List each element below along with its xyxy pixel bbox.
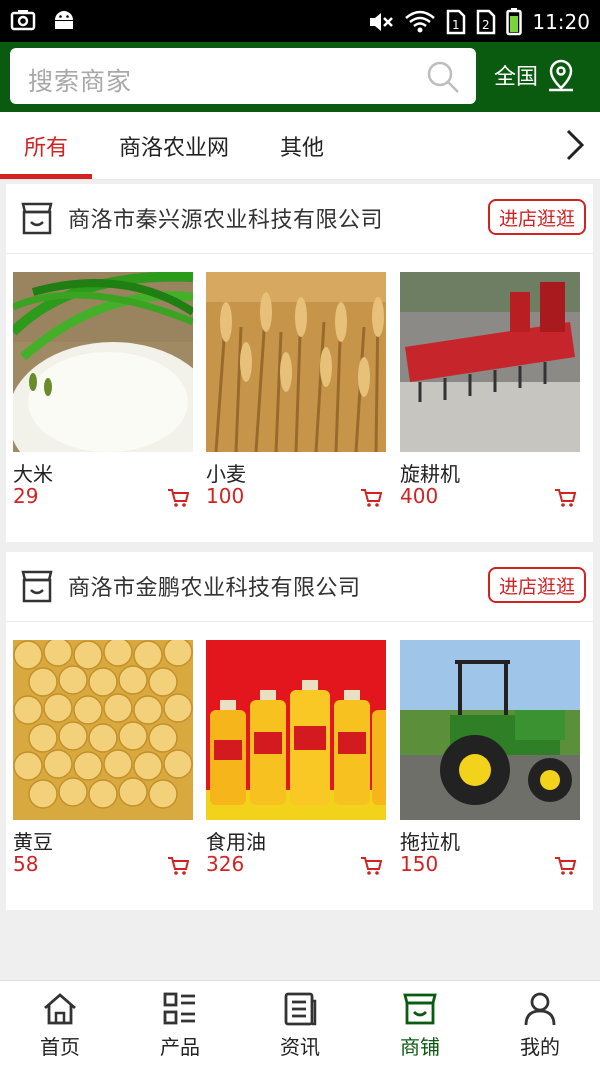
product-image-rotary-tiller <box>400 272 580 452</box>
region-selector[interactable]: 全国 <box>494 58 576 92</box>
region-label: 全国 <box>494 65 539 90</box>
tab-other[interactable]: 其他 <box>266 112 338 180</box>
search-input[interactable]: 搜索商家 <box>10 48 476 104</box>
tab-shangluo-agriculture[interactable]: 商洛农业网 <box>104 112 244 180</box>
tab-label: 其他 <box>279 136 324 161</box>
product-list-icon <box>163 992 195 1025</box>
news-icon <box>284 992 317 1026</box>
cart-icon[interactable] <box>167 856 189 876</box>
product-name: 拖拉机 <box>400 830 460 854</box>
battery-icon <box>506 8 523 36</box>
nav-stores[interactable]: 商铺 <box>360 981 480 1067</box>
cart-icon[interactable] <box>554 856 576 876</box>
status-time: 11:20 <box>532 10 590 34</box>
store-name: 商洛市金鹏农业科技有限公司 <box>68 576 361 601</box>
product-item[interactable]: 大米 29 <box>13 272 193 512</box>
category-tabs: 所有 商洛农业网 其他 <box>0 112 600 180</box>
cart-icon[interactable] <box>554 488 576 508</box>
tab-label: 商洛农业网 <box>118 136 229 161</box>
nav-products[interactable]: 产品 <box>120 981 240 1067</box>
home-icon <box>44 993 76 1025</box>
nav-label: 我的 <box>520 1035 560 1059</box>
screenshot-icon <box>10 10 36 31</box>
product-name: 小麦 <box>206 462 246 486</box>
product-price: 58 <box>13 852 39 876</box>
nav-home[interactable]: 首页 <box>0 981 120 1067</box>
product-price: 29 <box>13 484 39 508</box>
active-tab-indicator <box>0 174 92 179</box>
nav-label: 产品 <box>160 1035 200 1059</box>
product-image-rice <box>13 272 193 452</box>
sim2-icon: 2 <box>477 9 496 35</box>
product-image-tractor <box>400 640 580 820</box>
app-header: 搜索商家 全国 <box>0 42 600 112</box>
product-price: 326 <box>206 852 245 876</box>
sim1-icon: 1 <box>447 9 466 35</box>
visit-store-button[interactable]: 进店逛逛 <box>488 199 586 235</box>
store-header[interactable]: 商洛市金鹏农业科技有限公司 进店逛逛 <box>6 552 593 622</box>
product-price: 400 <box>400 484 439 508</box>
location-pin-icon <box>549 59 574 92</box>
nav-profile[interactable]: 我的 <box>480 981 600 1067</box>
product-name: 旋耕机 <box>400 462 460 486</box>
bottom-navigation: 首页 产品 资讯 商铺 我的 <box>0 980 600 1067</box>
product-name: 食用油 <box>206 830 266 854</box>
nav-news[interactable]: 资讯 <box>240 981 360 1067</box>
cart-icon[interactable] <box>360 488 382 508</box>
product-image-wheat <box>206 272 386 452</box>
chevron-right-icon[interactable] <box>564 128 586 162</box>
store-card: 商洛市金鹏农业科技有限公司 进店逛逛 黄豆 58 食用油 326 拖拉机 150 <box>6 552 593 910</box>
mute-icon <box>370 13 394 31</box>
product-image-cooking-oil <box>206 640 386 820</box>
product-name: 大米 <box>13 462 53 486</box>
visit-store-button[interactable]: 进店逛逛 <box>488 567 586 603</box>
nav-label: 商铺 <box>400 1035 440 1059</box>
store-header[interactable]: 商洛市秦兴源农业科技有限公司 进店逛逛 <box>6 184 593 254</box>
store-icon <box>403 993 437 1025</box>
product-item[interactable]: 黄豆 58 <box>13 640 193 880</box>
tab-label: 所有 <box>23 136 68 161</box>
product-image-soybeans <box>13 640 193 820</box>
search-icon[interactable] <box>426 60 460 94</box>
product-item[interactable]: 小麦 100 <box>206 272 386 512</box>
product-item[interactable]: 拖拉机 150 <box>400 640 580 880</box>
product-price: 150 <box>400 852 439 876</box>
svg-text:2: 2 <box>482 18 490 32</box>
store-name: 商洛市秦兴源农业科技有限公司 <box>68 208 384 233</box>
tab-all[interactable]: 所有 <box>0 112 92 180</box>
store-icon <box>21 570 53 603</box>
wifi-icon <box>405 10 436 33</box>
user-icon <box>524 992 556 1026</box>
nav-label: 资讯 <box>280 1035 320 1059</box>
cart-icon[interactable] <box>360 856 382 876</box>
store-icon <box>21 202 53 235</box>
cart-icon[interactable] <box>167 488 189 508</box>
android-icon <box>55 11 73 29</box>
product-item[interactable]: 旋耕机 400 <box>400 272 580 512</box>
product-name: 黄豆 <box>13 830 53 854</box>
nav-label: 首页 <box>40 1035 80 1059</box>
product-item[interactable]: 食用油 326 <box>206 640 386 880</box>
search-placeholder: 搜索商家 <box>28 67 133 96</box>
status-bar: 1 2 11:20 <box>0 0 600 42</box>
svg-text:1: 1 <box>452 18 460 32</box>
store-card: 商洛市秦兴源农业科技有限公司 进店逛逛 大米 29 小麦 100 旋耕机 400 <box>6 184 593 542</box>
product-price: 100 <box>206 484 245 508</box>
